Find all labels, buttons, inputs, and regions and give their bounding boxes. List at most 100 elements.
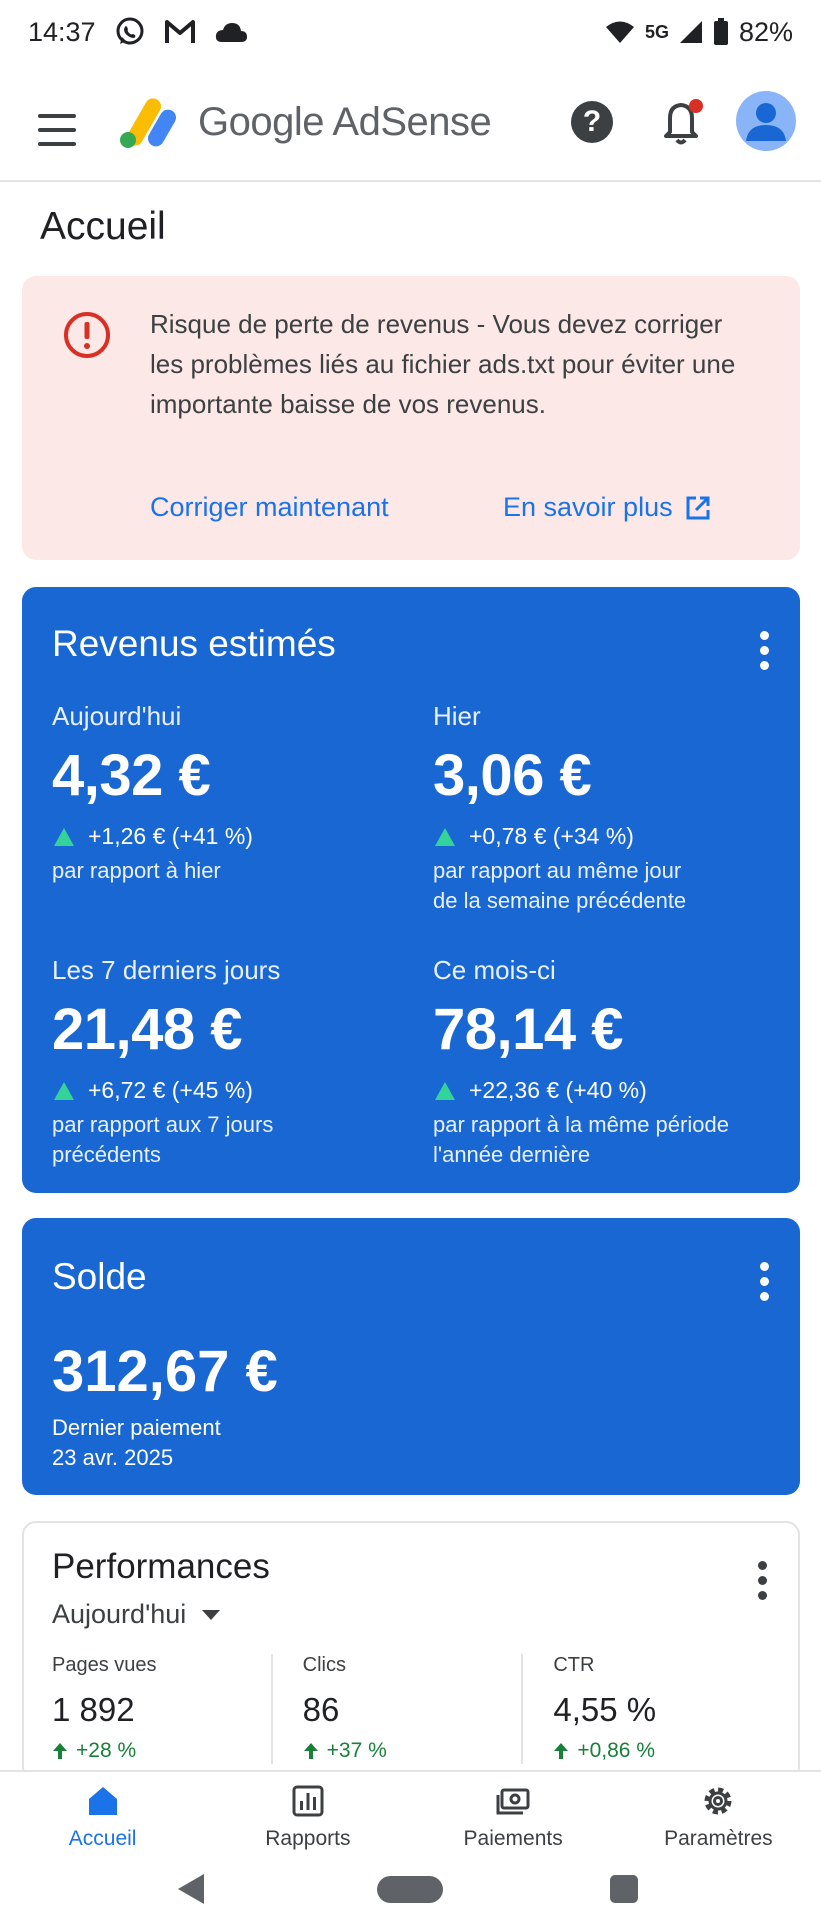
performance-title: Performances <box>52 1547 270 1586</box>
nav-settings-label: Paramètres <box>664 1827 773 1850</box>
notification-dot <box>689 99 703 113</box>
last-payment-label: Dernier paiement <box>52 1415 221 1440</box>
status-time: 14:37 <box>28 16 96 47</box>
nav-settings[interactable]: Paramètres <box>616 1772 821 1862</box>
metric-today-value: 4,32 € <box>52 743 211 808</box>
metric-today-delta: +1,26 € (+41 %) <box>52 823 253 850</box>
last-payment: Dernier paiement 23 avr. 2025 <box>52 1413 221 1473</box>
arrow-up-icon <box>303 1743 318 1759</box>
battery-level: 82% <box>738 16 793 47</box>
metric-label: Pages vues <box>52 1654 157 1676</box>
metric-yesterday-delta-text: +0,78 € (+34 %) <box>469 823 634 849</box>
trend-up-icon <box>435 1081 455 1100</box>
nav-home[interactable]: Accueil <box>0 1772 205 1862</box>
metric-value: 86 <box>302 1691 340 1728</box>
estimated-revenue-card[interactable]: Revenus estimés Aujourd'hui 4,32 € +1,26… <box>22 587 800 1193</box>
gmail-icon <box>164 18 196 46</box>
bell-icon <box>664 99 703 145</box>
metric-value: 4,55 % <box>553 1691 657 1728</box>
metric-yesterday-comparison: par rapport au même jour de la semaine p… <box>433 856 686 916</box>
arrow-up-icon <box>53 1743 67 1759</box>
app-bar: Google AdSense ? <box>0 78 821 182</box>
period-dropdown[interactable]: Aujourd'hui <box>52 1599 221 1630</box>
metric-label: Clics <box>302 1654 347 1676</box>
reports-icon <box>292 1785 324 1817</box>
learn-more-label: En savoir plus <box>503 492 673 522</box>
ads-txt-alert: Risque de perte de revenus - Vous devez … <box>22 276 800 560</box>
balance-value: 312,67 € <box>52 1339 278 1404</box>
nav-payments-label: Paiements <box>463 1827 563 1850</box>
signal-icon <box>679 20 703 44</box>
metric-delta: +0,86 % <box>553 1739 772 1763</box>
menu-button[interactable] <box>32 108 82 152</box>
network-type: 5G <box>644 21 669 42</box>
metric-month-delta-text: +22,36 € (+40 %) <box>469 1077 647 1103</box>
metric-today-comparison: par rapport à hier <box>52 858 221 883</box>
balance-more-button[interactable] <box>758 1262 770 1301</box>
system-navigation-bar <box>0 1862 821 1916</box>
app-title: Google AdSense <box>198 99 492 144</box>
metric-month-comparison: par rapport à la même période l'année de… <box>433 1110 729 1170</box>
metric-ctr: CTR 4,55 % +0,86 % <box>523 1654 772 1764</box>
metric-month-delta: +22,36 € (+40 %) <box>433 1077 729 1104</box>
comparison-line: précédents <box>52 1142 161 1167</box>
fix-now-link[interactable]: Corriger maintenant <box>150 492 389 523</box>
metric-yesterday: Hier 3,06 € +0,78 € (+34 %) par rapport … <box>433 701 686 916</box>
open-in-new-icon <box>686 496 710 519</box>
comparison-line: par rapport au même jour <box>433 858 682 883</box>
metric-yesterday-label: Hier <box>433 701 481 731</box>
home-icon <box>88 1787 117 1815</box>
nav-payments[interactable]: Paiements <box>411 1772 616 1862</box>
metric-last7-delta: +6,72 € (+45 %) <box>52 1077 280 1104</box>
trend-up-icon <box>435 827 455 846</box>
back-icon[interactable] <box>178 1874 204 1904</box>
period-value: Aujourd'hui <box>52 1599 187 1629</box>
comparison-line: par rapport aux 7 jours <box>52 1112 274 1137</box>
person-icon <box>746 103 786 141</box>
metric-delta-text: +0,86 % <box>577 1739 655 1762</box>
metric-delta-text: +28 % <box>76 1739 137 1762</box>
help-icon: ? <box>582 105 602 138</box>
metric-delta-text: +37 % <box>326 1739 387 1762</box>
error-icon <box>64 312 110 358</box>
comparison-line: par rapport à la même période <box>433 1112 729 1137</box>
comparison-line: de la semaine précédente <box>433 888 687 913</box>
account-avatar[interactable] <box>736 91 796 151</box>
metric-today: Aujourd'hui 4,32 € +1,26 € (+41 %) par r… <box>52 701 253 886</box>
metric-yesterday-delta: +0,78 € (+34 %) <box>433 823 686 850</box>
more-vert-icon <box>757 1561 767 1570</box>
nav-home-label: Accueil <box>68 1827 137 1850</box>
metric-clicks: Clics 86 +37 % <box>273 1654 524 1764</box>
arrow-up-icon <box>554 1743 569 1759</box>
notifications-button[interactable] <box>660 96 706 148</box>
payments-icon <box>496 1788 530 1815</box>
balance-card-title: Solde <box>52 1256 147 1297</box>
last-payment-date: 23 avr. 2025 <box>52 1445 174 1470</box>
menu-icon <box>38 114 76 118</box>
learn-more-link[interactable]: En savoir plus <box>503 492 711 523</box>
trend-up-icon <box>54 827 74 846</box>
metric-yesterday-value: 3,06 € <box>433 743 592 808</box>
nav-reports-label: Rapports <box>265 1827 351 1850</box>
whatsapp-icon <box>114 16 146 48</box>
revenue-more-button[interactable] <box>758 631 770 670</box>
metric-today-label: Aujourd'hui <box>52 701 182 731</box>
metric-delta: +37 % <box>303 1739 522 1763</box>
home-pill-icon[interactable] <box>377 1876 443 1903</box>
revenue-card-title: Revenus estimés <box>52 623 336 664</box>
alert-message: Risque de perte de revenus - Vous devez … <box>150 309 736 419</box>
metric-today-delta-text: +1,26 € (+41 %) <box>88 823 253 849</box>
performance-card[interactable]: Performances Aujourd'hui Pages vues 1 89… <box>22 1521 800 1781</box>
help-button[interactable]: ? <box>571 101 613 143</box>
balance-card[interactable]: Solde 312,67 € Dernier paiement 23 avr. … <box>22 1218 800 1495</box>
arrow-drop-down-icon <box>202 1609 221 1620</box>
more-vert-icon <box>759 631 769 640</box>
metric-delta: +28 % <box>52 1739 271 1763</box>
performance-more-button[interactable] <box>756 1561 768 1600</box>
recents-icon[interactable] <box>610 1875 638 1903</box>
trend-up-icon <box>54 1081 74 1100</box>
wifi-icon <box>605 20 635 44</box>
metric-last7-comparison: par rapport aux 7 jours précédents <box>52 1110 280 1170</box>
metric-last7-label: Les 7 derniers jours <box>52 955 281 985</box>
nav-reports[interactable]: Rapports <box>205 1772 410 1862</box>
